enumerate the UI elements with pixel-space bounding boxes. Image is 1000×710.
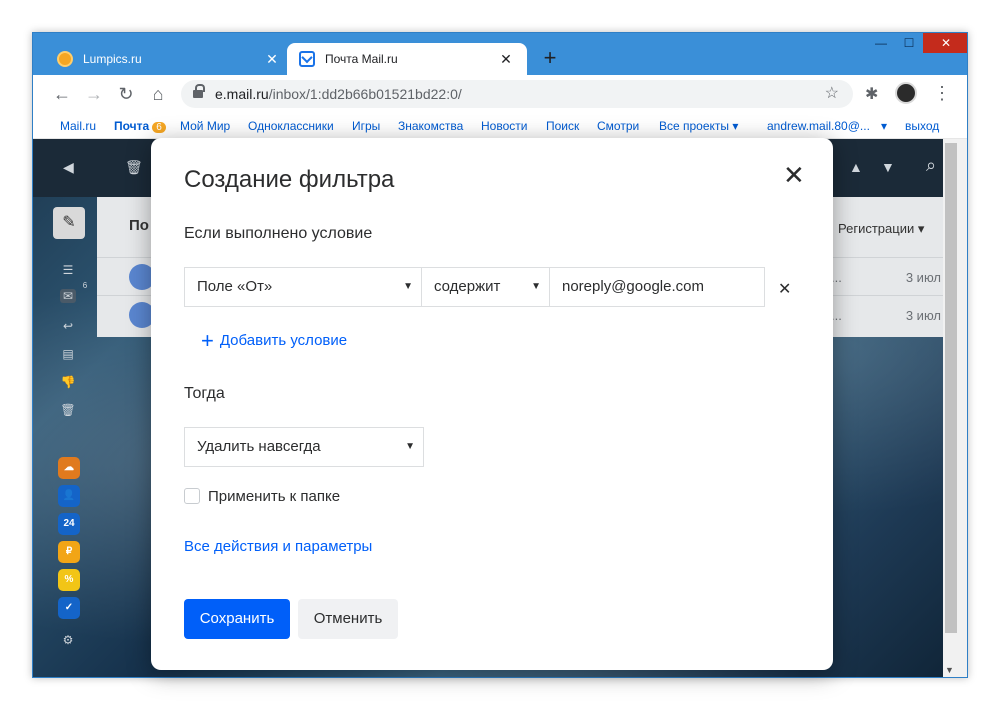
- user-email[interactable]: andrew.mail.80@...: [767, 119, 870, 133]
- chevron-down-icon[interactable]: ▾: [881, 119, 887, 133]
- reply-icon[interactable]: ↩: [60, 319, 76, 333]
- url-host: e.mail.ru: [215, 86, 269, 102]
- inbox-count: 6: [82, 281, 88, 290]
- minimize-button[interactable]: —: [867, 33, 895, 53]
- plus-icon: +: [201, 328, 214, 353]
- portal-link-mailru[interactable]: Mail.ru: [60, 119, 96, 133]
- reload-button[interactable]: ↻: [115, 83, 137, 105]
- apply-folder-checkbox[interactable]: [184, 488, 200, 504]
- profile-avatar[interactable]: [895, 82, 917, 104]
- browser-toolbar: ← → ↻ ⌂ e.mail.ru/inbox/1:dd2b66b01521bd…: [33, 75, 967, 113]
- action-select-value: Удалить навсегда: [197, 438, 321, 455]
- next-arrow-icon[interactable]: ▼: [881, 159, 895, 175]
- then-label: Тогда: [184, 385, 225, 402]
- maximize-button[interactable]: ☐: [895, 33, 923, 53]
- lock-icon: [193, 84, 205, 100]
- add-condition-button[interactable]: + Добавить условие: [201, 328, 347, 354]
- tab-close-icon[interactable]: ✕: [497, 51, 515, 68]
- browser-menu-icon[interactable]: ⋮: [933, 83, 951, 103]
- tab-title: Lumpics.ru: [83, 52, 142, 66]
- portal-link-pochta[interactable]: Почта 6: [114, 119, 166, 133]
- scrollbar-thumb[interactable]: [945, 143, 957, 633]
- tab-lumpics[interactable]: Lumpics.ru ✕: [45, 43, 293, 75]
- address-bar[interactable]: e.mail.ru/inbox/1:dd2b66b01521bd22:0/ ☆: [181, 80, 853, 108]
- chevron-down-icon: ▼: [405, 441, 415, 452]
- new-tab-button[interactable]: +: [539, 47, 561, 69]
- inbox-icon[interactable]: ✉: [60, 289, 76, 303]
- message-date: 3 июл: [905, 270, 941, 285]
- calendar-app-icon[interactable]: 24: [58, 513, 80, 535]
- cancel-button[interactable]: Отменить: [298, 599, 398, 639]
- field-select[interactable]: Поле «От» ▼: [184, 267, 422, 307]
- logout-link[interactable]: выход: [905, 119, 939, 133]
- home-button[interactable]: ⌂: [147, 83, 169, 105]
- back-button[interactable]: ←: [51, 83, 73, 105]
- save-button[interactable]: Сохранить: [184, 599, 290, 639]
- tab-title: Почта Mail.ru: [325, 52, 398, 66]
- operator-select[interactable]: содержит ▼: [421, 267, 550, 307]
- mail-favicon-icon: [299, 51, 315, 67]
- forward-button[interactable]: →: [83, 83, 105, 105]
- spam-icon[interactable]: 👎: [60, 375, 76, 389]
- prev-arrow-icon[interactable]: ▲: [849, 159, 863, 175]
- lumpics-favicon-icon: [57, 51, 73, 67]
- unread-badge: 6: [152, 122, 166, 133]
- close-icon[interactable]: ✕: [783, 162, 805, 188]
- message-date: 3 июл: [905, 308, 941, 323]
- condition-label: Если выполнено условие: [184, 225, 373, 242]
- tab-mail[interactable]: Почта Mail.ru ✕: [287, 43, 527, 75]
- portal-link-label: Почта: [114, 119, 150, 133]
- trash-folder-icon[interactable]: 🗑: [60, 403, 76, 417]
- cloud-app-icon[interactable]: ☁: [58, 457, 80, 479]
- chevron-down-icon: ▼: [531, 281, 541, 292]
- portal-link-watch[interactable]: Смотри: [597, 119, 639, 133]
- remove-condition-icon[interactable]: ✕: [778, 279, 791, 299]
- collapse-arrow-icon[interactable]: ◀: [63, 159, 74, 176]
- page-scrollbar[interactable]: ▼: [943, 139, 967, 677]
- condition-value-text: noreply@google.com: [562, 278, 704, 295]
- contacts-app-icon[interactable]: 👤: [58, 485, 80, 507]
- apply-folder-label[interactable]: Применить к папке: [208, 488, 340, 505]
- action-select[interactable]: Удалить навсегда ▼: [184, 427, 424, 467]
- all-actions-link[interactable]: Все действия и параметры: [184, 538, 372, 555]
- portal-link-all-projects[interactable]: Все проекты ▾: [659, 119, 738, 133]
- discount-app-icon[interactable]: %: [58, 569, 80, 591]
- portal-link-ok[interactable]: Одноклассники: [248, 119, 334, 133]
- trash-icon[interactable]: 🗑: [125, 159, 143, 176]
- menu-icon[interactable]: ☰: [60, 263, 76, 277]
- add-condition-label: Добавить условие: [219, 332, 348, 349]
- folder-header: По: [129, 217, 149, 234]
- extensions-icon[interactable]: ✱: [865, 84, 878, 104]
- portal-link-dating[interactable]: Знакомства: [398, 119, 463, 133]
- bookmark-star-icon[interactable]: ☆: [825, 80, 839, 108]
- url-path: /inbox/1:dd2b66b01521bd22:0/: [268, 86, 462, 102]
- filter-label: Регистрации: [838, 221, 915, 236]
- compose-pencil-icon[interactable]: ✎: [53, 207, 85, 239]
- money-app-icon[interactable]: ₽: [58, 541, 80, 563]
- window-close-button[interactable]: ✕: [923, 33, 967, 53]
- scroll-down-icon[interactable]: ▼: [945, 665, 954, 675]
- dialog-title: Создание фильтра: [184, 166, 395, 193]
- chevron-down-icon: ▼: [403, 281, 413, 292]
- portal-menu: Mail.ru Почта 6 Мой Мир Одноклассники Игр…: [33, 113, 967, 139]
- portal-link-search[interactable]: Поиск: [546, 119, 579, 133]
- condition-value-input[interactable]: noreply@google.com: [549, 267, 765, 307]
- field-select-value: Поле «От»: [197, 278, 273, 295]
- tasks-app-icon[interactable]: ✓: [58, 597, 80, 619]
- settings-gear-icon[interactable]: ⚙: [60, 633, 76, 647]
- drafts-icon[interactable]: ▤: [60, 347, 76, 361]
- tab-close-icon[interactable]: ✕: [263, 51, 281, 68]
- filter-dropdown[interactable]: Регистрации ▾: [838, 221, 924, 237]
- create-filter-dialog: Создание фильтра ✕ Если выполнено услови…: [151, 138, 833, 670]
- portal-link-news[interactable]: Новости: [481, 119, 527, 133]
- window-controls: — ☐ ✕: [867, 33, 967, 55]
- tab-strip: Lumpics.ru ✕ Почта Mail.ru ✕ + — ☐ ✕: [33, 33, 967, 75]
- portal-link-games[interactable]: Игры: [352, 119, 380, 133]
- operator-select-value: содержит: [434, 278, 501, 295]
- portal-link-myworld[interactable]: Мой Мир: [180, 119, 230, 133]
- search-icon[interactable]: ⌕: [926, 155, 936, 176]
